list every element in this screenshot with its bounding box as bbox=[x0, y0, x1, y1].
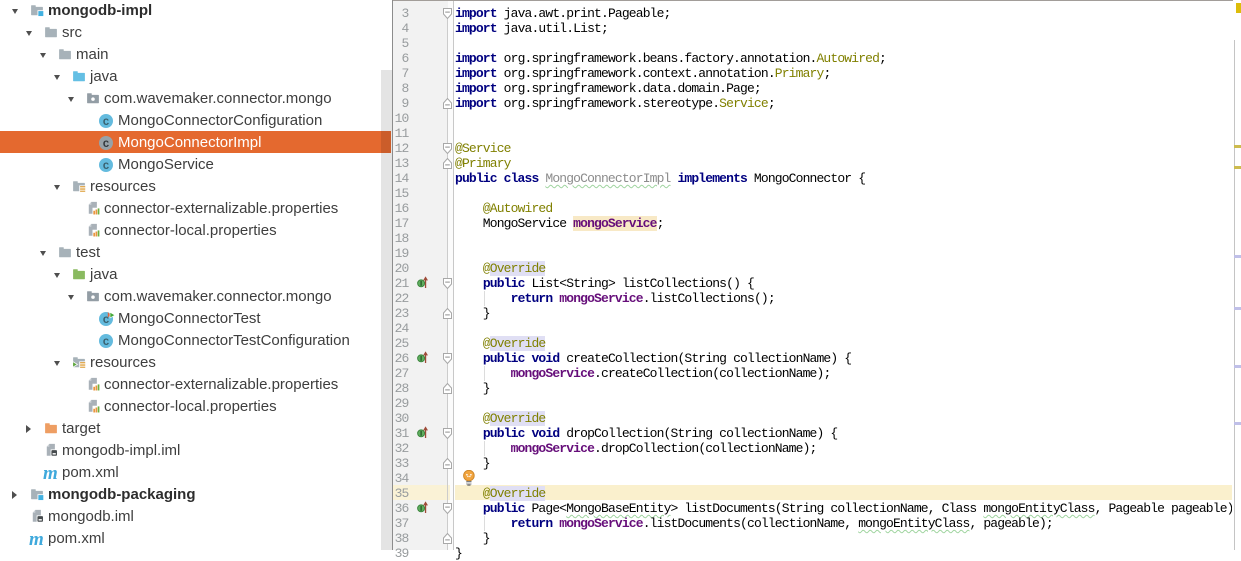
svg-text:C: C bbox=[103, 337, 110, 349]
svg-text:C: C bbox=[103, 315, 110, 327]
svg-text:C: C bbox=[103, 139, 110, 151]
svg-text:C: C bbox=[103, 117, 110, 129]
svg-text:C: C bbox=[103, 161, 110, 173]
